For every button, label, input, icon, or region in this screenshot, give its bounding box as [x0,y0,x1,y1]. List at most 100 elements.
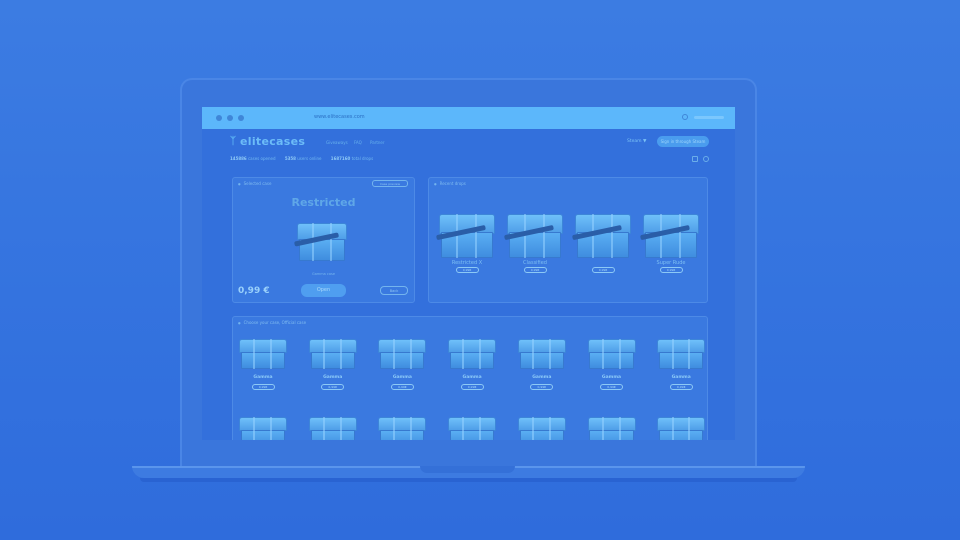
scene: www.elitecases.com ᛉ elitecases Giveaway… [0,0,960,540]
case-image [308,339,357,369]
case-image [657,339,706,369]
case-price-pill: 0,99€ [251,384,275,390]
case-price-pill: 0,99€ [530,384,554,390]
chest-body [519,351,564,369]
case-image [448,339,497,369]
case-price-pill: 0,99€ [523,267,547,273]
chest-body [659,429,704,440]
stat-users-online: 5358 users online [284,156,322,161]
panel-title: Choose your case, Official case [238,320,306,325]
toolbar-search-field[interactable] [694,116,724,119]
site-stats: 145886 cases opened 5358 users online 16… [230,156,381,162]
case-image [587,417,636,440]
case-image [448,417,497,440]
chest-lid [239,417,287,431]
back-button[interactable]: Back [380,286,408,295]
chest-strap [270,339,273,369]
chest-strap [409,417,412,440]
case-preview-image [294,223,347,261]
twitter-icon[interactable] [703,156,709,162]
chest-body [589,351,634,369]
case-image [378,339,427,369]
case-name: Gamma [532,375,552,380]
case-image [239,339,287,369]
window-maximize-dot[interactable] [238,115,244,121]
chest-body [310,351,355,369]
case-price-pill: 0,99€ [669,384,693,390]
chest-strap [323,417,326,440]
chest-lid [448,339,497,353]
chest-strap [392,417,395,440]
chest-lid [587,339,636,353]
chest-lid [517,339,566,353]
case-image [503,214,563,258]
chest-strap [339,339,342,369]
chest-strap [688,417,691,440]
steam-login-button[interactable]: Sign in through Steam [657,136,709,147]
case-price-pill: 0,99€ [321,384,345,390]
chest-strap [688,339,691,369]
case-name: Super Rude [656,260,686,266]
panel-title: Recent drops [434,181,466,186]
chest-strap [479,339,482,369]
chest-body [380,351,425,369]
window-minimize-dot[interactable] [227,115,233,121]
chest-strap [532,339,535,369]
case-name: Gamma [601,375,622,380]
chest-body [240,351,286,369]
chest-strap [462,417,465,440]
chest-strap [479,417,482,440]
case-image [239,417,287,440]
chest-strap [409,339,412,369]
selected-case-panel: Selected case Case preview Restricted Ga… [232,177,415,303]
nav-link-faq[interactable]: FAQ [354,140,362,145]
address-bar[interactable]: www.elitecases.com [314,114,365,120]
chest-strap [601,339,604,369]
instagram-icon[interactable] [692,156,698,162]
case-name: Restricted X [451,260,483,266]
chest-strap [611,214,614,258]
laptop-shadow [140,478,797,482]
chest-body [589,429,634,440]
chest-strap [671,417,674,440]
case-price-pill: 0,99€ [455,267,479,273]
logo-icon: ᛉ [230,136,236,147]
case-name: Gamma [253,375,273,380]
chest-strap [339,417,342,440]
case-image [517,417,566,440]
case-preview-button[interactable]: Case preview [372,180,408,187]
chest-lid [657,339,706,353]
stat-cases-opened: 145886 cases opened [230,156,276,161]
chest-lid [308,417,357,431]
case-image [657,417,706,440]
language-dropdown[interactable]: Steam ▼ [627,139,646,144]
chest-lid [239,339,287,353]
chest-lid [308,339,357,353]
open-case-button[interactable]: Open [301,284,346,297]
chest-strap [543,214,546,258]
nav-link-partner[interactable]: Partner [370,140,385,145]
chest-strap [475,214,478,258]
chest-lid [378,339,427,353]
search-icon[interactable] [682,114,688,120]
chest-strap [618,339,621,369]
window-close-dot[interactable] [216,115,222,121]
case-name: Gamma [462,375,482,380]
case-price-pill: 0,99€ [659,267,683,273]
chest-body [450,351,495,369]
case-image [587,339,636,369]
case-name: Classified [523,260,547,266]
site-logo[interactable]: elitecases [240,135,305,148]
chest-body [450,429,495,440]
chest-strap [679,214,682,258]
stat-total-drops: 1687160 total drops [330,156,374,161]
chest-body [519,429,564,440]
recent-drops-panel: Recent drops Restricted X0,99€Classified… [428,177,708,303]
chest-lid [587,417,636,431]
chest-strap [270,417,273,440]
nav-link-giveaways[interactable]: Giveaways [326,140,348,145]
chest-body [240,429,286,440]
case-name: Gamma [392,375,412,380]
case-image [308,417,357,440]
case-image [378,417,427,440]
